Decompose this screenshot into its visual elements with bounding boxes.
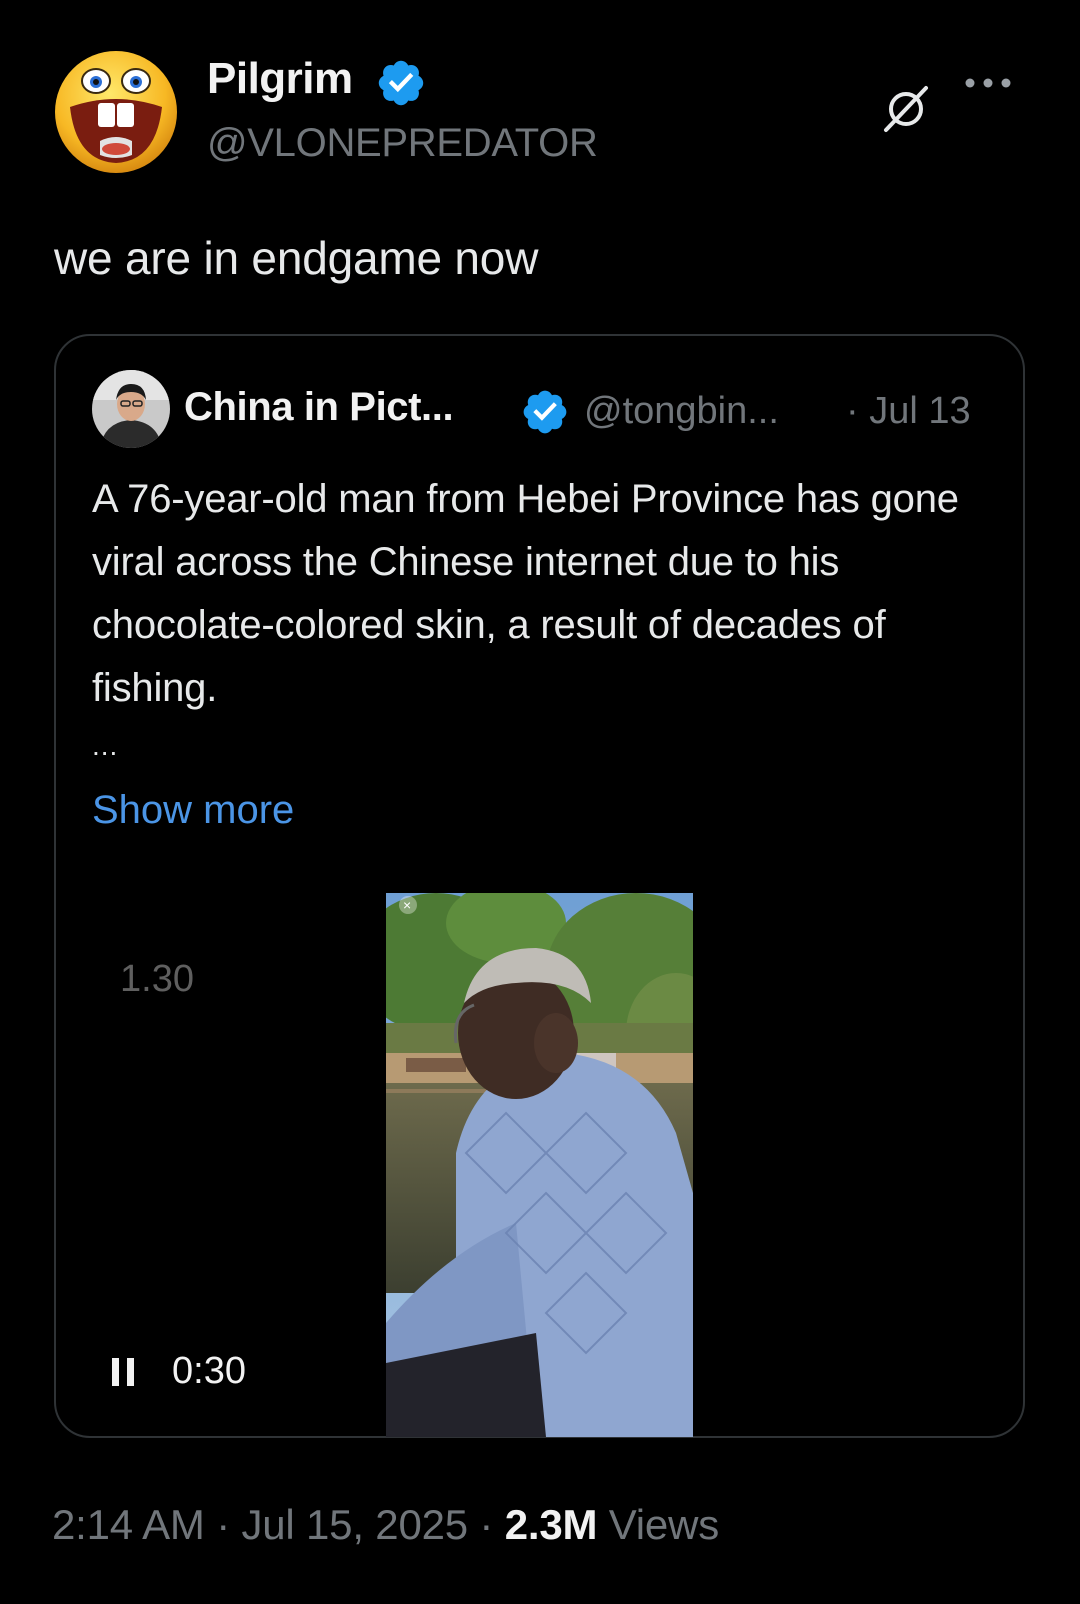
post-date[interactable]: Jul 15, 2025 bbox=[241, 1501, 468, 1548]
views-label: Views bbox=[608, 1501, 720, 1548]
verified-badge-icon bbox=[520, 387, 570, 437]
svg-text:×: × bbox=[403, 897, 411, 913]
truncation-ellipsis: ... bbox=[92, 730, 119, 761]
more-options-icon[interactable] bbox=[958, 73, 1018, 93]
pause-icon[interactable] bbox=[110, 1355, 136, 1389]
show-more-link[interactable]: Show more bbox=[92, 788, 294, 833]
video-time: 0:30 bbox=[172, 1350, 246, 1392]
verified-badge-icon bbox=[375, 57, 427, 109]
views-count: 2.3M bbox=[504, 1501, 598, 1548]
tweet-meta: 2:14 AM · Jul 15, 2025 · 2.3M Views bbox=[52, 1501, 719, 1549]
separator: · bbox=[216, 1501, 230, 1548]
author-handle[interactable]: @VLONEPREDATOR bbox=[207, 121, 598, 166]
quoted-tweet-text: A 76-year-old man from Hebei Province ha… bbox=[92, 477, 959, 710]
separator: · bbox=[479, 1501, 494, 1548]
playback-speed-label[interactable]: 1.30 bbox=[120, 958, 194, 1001]
grok-icon[interactable] bbox=[880, 82, 932, 134]
tweet-text: we are in endgame now bbox=[54, 232, 539, 284]
quoted-display-name[interactable]: China in Pict... bbox=[184, 385, 454, 430]
author-display-name[interactable]: Pilgrim bbox=[207, 54, 353, 104]
author-avatar[interactable] bbox=[52, 49, 180, 175]
quoted-author-avatar[interactable] bbox=[92, 370, 170, 448]
quoted-handle[interactable]: @tongbin... bbox=[584, 390, 779, 433]
post-time[interactable]: 2:14 AM bbox=[52, 1501, 205, 1548]
quoted-date[interactable]: · Jul 13 bbox=[846, 390, 971, 433]
video-frame[interactable]: × bbox=[386, 893, 693, 1437]
